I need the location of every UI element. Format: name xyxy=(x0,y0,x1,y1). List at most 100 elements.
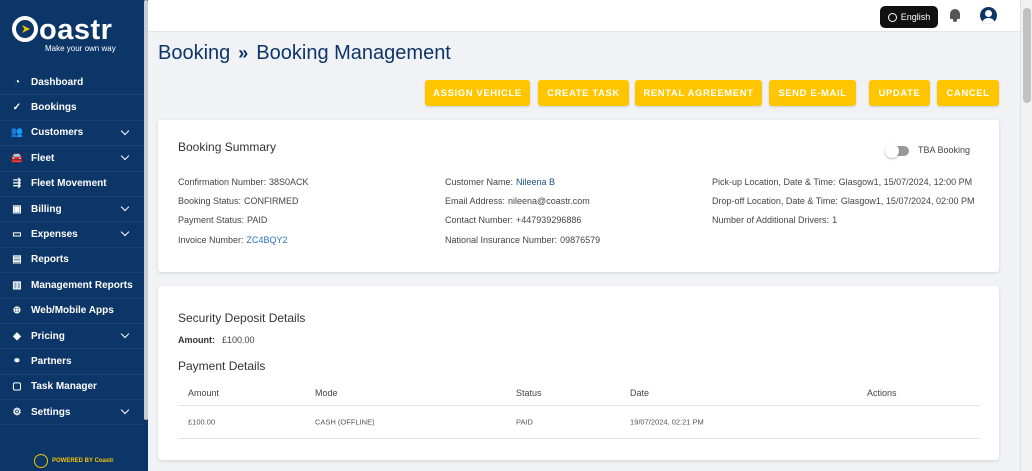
tba-booking-label: TBA Booking xyxy=(918,145,971,155)
booking-status: Booking Status: CONFIRMED xyxy=(178,196,299,206)
chevron-down-icon[interactable] xyxy=(120,126,130,136)
language-icon xyxy=(887,12,897,22)
brand-tagline: Make your own way xyxy=(45,44,116,53)
cancel-button[interactable]: CANCEL xyxy=(937,80,999,106)
breadcrumb-root[interactable]: Booking xyxy=(158,42,230,65)
sidebar-item-reports[interactable]: ▤ Reports xyxy=(0,248,144,274)
payments-table: Amount Mode Status Date Actions £100.00 CASH … xyxy=(178,380,980,439)
calendar-icon: ▢ xyxy=(12,381,22,393)
sidebar-item-billing[interactable]: ▣ Billing xyxy=(0,197,144,223)
check-circle-icon: ✓ xyxy=(12,102,22,114)
sidebar-item-partners[interactable]: ⚭ Partners xyxy=(0,349,144,375)
additional-drivers: Number of Additional Drivers: 1 xyxy=(712,215,838,225)
deposit-card: Security Deposit Details Amount: £100.00 … xyxy=(158,286,999,460)
page-title: Booking » Booking Management xyxy=(158,42,451,65)
column-header-mode: Mode xyxy=(315,387,338,398)
chevron-down-icon[interactable] xyxy=(120,405,130,415)
payment-details-title: Payment Details xyxy=(178,359,266,373)
sidebar-item-pricing[interactable]: ◆ Pricing xyxy=(0,324,144,350)
cell-status: PAID xyxy=(516,417,533,427)
tag-icon: ◆ xyxy=(13,330,21,342)
create-task-button[interactable]: CREATE TASK xyxy=(538,80,629,106)
sidebar-item-label: Task Manager xyxy=(31,381,97,393)
brand-name: oastr xyxy=(39,14,113,46)
car-icon: 🚘 xyxy=(10,152,24,164)
sidebar-item-bookings[interactable]: ✓ Bookings xyxy=(0,95,144,121)
chevron-down-icon[interactable] xyxy=(120,202,130,212)
sidebar-item-fleet-movement[interactable]: ⇶ Fleet Movement xyxy=(0,172,144,197)
payment-status: Payment Status: PAID xyxy=(178,215,268,225)
coastr-badge-icon xyxy=(34,454,48,468)
invoice-link[interactable]: ZC4BQY2 xyxy=(247,235,288,245)
sidebar-item-label: Management Reports xyxy=(31,279,133,291)
rental-agreement-button[interactable]: RENTAL AGREEMENT xyxy=(635,80,762,106)
handshake-icon: ⚭ xyxy=(12,355,22,367)
sidebar-item-expenses[interactable]: ▭ Expenses xyxy=(0,222,144,248)
sidebar: oastr Make your own way ◔ Dashboard ✓ Booki… xyxy=(0,0,148,471)
coastr-logo[interactable]: oastr Make your own way xyxy=(12,14,132,60)
column-header-actions: Actions xyxy=(867,387,897,398)
tba-booking-toggle[interactable] xyxy=(885,144,909,158)
powered-by: POWERED BY Coastr xyxy=(34,454,114,468)
column-header-amount: Amount xyxy=(188,387,220,398)
gauge-icon: ◔ xyxy=(13,76,21,88)
send-email-button[interactable]: SEND E-MAIL xyxy=(769,80,856,106)
sidebar-item-label: Expenses xyxy=(31,229,78,241)
column-header-date: Date xyxy=(630,387,650,398)
language-button[interactable]: English xyxy=(880,6,938,28)
topbar: English xyxy=(148,0,1020,32)
chevron-down-icon[interactable] xyxy=(120,151,130,161)
sidebar-item-label: Fleet Movement xyxy=(31,178,107,190)
column-header-status: Status xyxy=(516,387,542,398)
sidebar-item-settings[interactable]: ⚙ Settings xyxy=(0,400,144,426)
sidebar-item-label: Settings xyxy=(31,406,71,418)
sidebar-item-label: Web/Mobile Apps xyxy=(31,305,114,317)
booking-summary-card: Booking Summary TBA Booking Confirmation… xyxy=(158,120,999,272)
sidebar-item-dashboard[interactable]: ◔ Dashboard xyxy=(0,70,144,96)
national-insurance-number: National Insurance Number: 09876579 xyxy=(445,235,601,245)
bell-icon[interactable] xyxy=(949,8,961,22)
chevron-down-icon[interactable] xyxy=(120,329,130,339)
update-button[interactable]: UPDATE xyxy=(869,80,930,106)
scrollbar-thumb[interactable] xyxy=(1023,8,1031,103)
security-deposit-title: Security Deposit Details xyxy=(178,311,306,325)
breadcrumb-current: Booking Management xyxy=(256,42,451,64)
email-address: Email Address: nileena@coastr.com xyxy=(445,196,590,206)
booking-summary-title: Booking Summary xyxy=(178,140,277,154)
sidebar-item-label: Dashboard xyxy=(31,76,84,88)
sidebar-item-management-reports[interactable]: ▥ Management Reports xyxy=(0,273,144,299)
coastr-mark-icon xyxy=(12,16,38,42)
page-scrollbar[interactable] xyxy=(1020,0,1032,471)
invoice-icon: ▣ xyxy=(12,203,22,215)
confirmation-number: Confirmation Number: 38S0ACK xyxy=(178,177,309,187)
sidebar-item-customers[interactable]: 👥 Customers xyxy=(0,121,144,147)
payments-table-header: Amount Mode Status Date Actions xyxy=(178,380,980,406)
customer-link[interactable]: Nileena B xyxy=(516,177,555,187)
sidebar-item-task-manager[interactable]: ▢ Task Manager xyxy=(0,375,144,401)
sidebar-item-label: Billing xyxy=(31,203,62,215)
customer-name: Customer Name: Nileena B xyxy=(445,177,556,187)
sidebar-item-label: Pricing xyxy=(31,330,65,342)
gear-icon: ⚙ xyxy=(12,406,22,418)
sidebar-item-label: Bookings xyxy=(31,102,77,114)
deposit-amount: Amount: £100.00 xyxy=(178,335,255,345)
cell-date: 19/07/2024, 02:21 PM xyxy=(630,417,704,427)
language-label: English xyxy=(900,12,931,22)
assign-vehicle-button[interactable]: ASSIGN VEHICLE xyxy=(425,80,530,106)
dropoff-details: Drop-off Location, Date & Time: Glasgow1,… xyxy=(712,196,975,206)
sidebar-item-fleet[interactable]: 🚘 Fleet xyxy=(0,146,144,172)
sidebar-scrollbar[interactable] xyxy=(144,0,148,420)
sidebar-item-label: Customers xyxy=(31,127,84,139)
sidebar-item-label: Fleet xyxy=(31,152,55,164)
globe-icon: ⊕ xyxy=(12,305,22,317)
table-row: £100.00 CASH (OFFLINE) PAID 19/07/2024, 02:… xyxy=(178,406,980,439)
user-avatar-icon[interactable] xyxy=(980,7,997,24)
report-icon: ▤ xyxy=(12,254,22,266)
users-icon: 👥 xyxy=(10,127,24,139)
chevron-down-icon[interactable] xyxy=(120,228,130,237)
breadcrumb-separator: » xyxy=(238,43,249,63)
invoice-number: Invoice Number: ZC4BQY2 xyxy=(178,235,288,245)
sidebar-item-web-mobile-apps[interactable]: ⊕ Web/Mobile Apps xyxy=(0,299,144,324)
cell-mode: CASH (OFFLINE) xyxy=(315,417,375,427)
chart-icon: ▥ xyxy=(12,279,22,291)
